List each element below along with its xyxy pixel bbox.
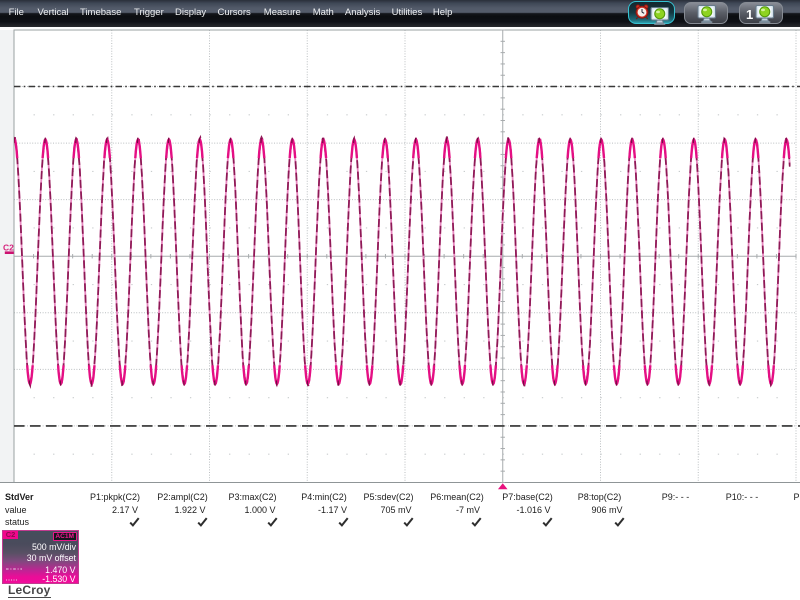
svg-text:C2: C2 [3, 243, 14, 253]
